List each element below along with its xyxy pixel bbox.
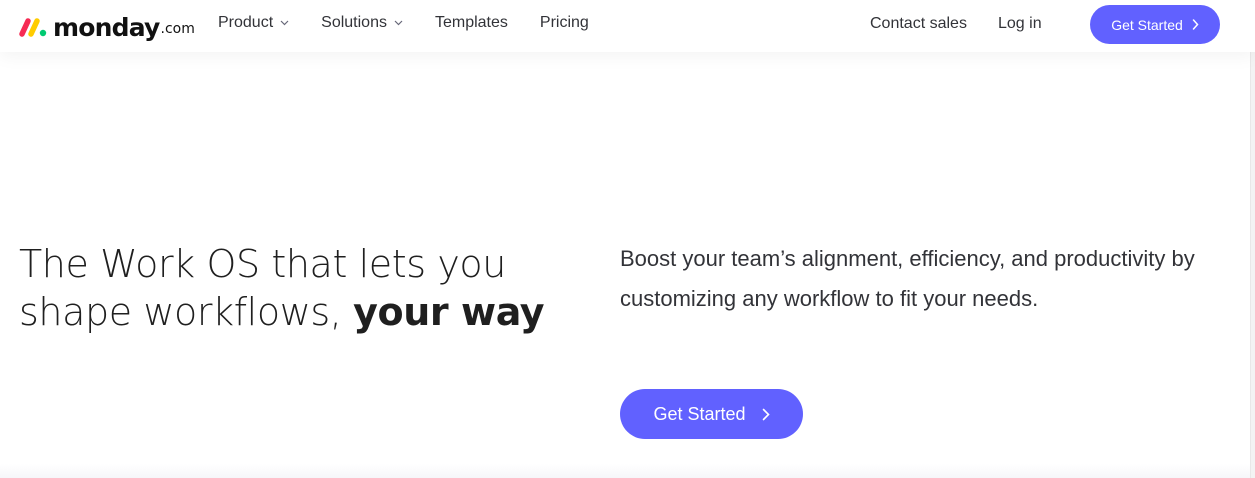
nav-item-label: Pricing: [539, 14, 589, 31]
chevron-down-icon: [394, 20, 403, 26]
monday-logo[interactable]: monday .com: [18, 7, 195, 43]
nav-item-label: Product: [218, 14, 274, 31]
section-divider: [0, 464, 1250, 478]
top-navigation-bar: monday .com Product Solutions Templates …: [0, 0, 1255, 52]
headline-line-2-text: shape workflows,: [19, 290, 354, 334]
contact-sales-link[interactable]: Contact sales: [870, 15, 967, 33]
chevron-down-icon: [280, 20, 289, 26]
main-nav: Product Solutions Templates Pricing: [218, 14, 621, 32]
nav-item-product[interactable]: Product: [218, 14, 289, 32]
scrollbar[interactable]: [1250, 0, 1255, 478]
logo-suffix: .com: [160, 21, 195, 37]
chevron-right-icon: [1192, 19, 1199, 30]
chevron-right-icon: [762, 408, 770, 420]
headline-line-2: shape workflows, your way: [19, 288, 559, 336]
logo-wordmark: monday: [53, 13, 160, 42]
hero-headline: The Work OS that lets you shape workflow…: [19, 240, 559, 336]
nav-item-templates[interactable]: Templates: [435, 14, 508, 32]
nav-item-solutions[interactable]: Solutions: [321, 14, 403, 32]
headline-emphasis: your way: [353, 290, 545, 334]
button-label: Get Started: [1111, 16, 1183, 33]
nav-item-label: Solutions: [321, 14, 387, 31]
monday-logo-mark-icon: [19, 18, 47, 37]
page: monday .com Product Solutions Templates …: [0, 0, 1255, 478]
nav-item-label: Templates: [434, 14, 508, 31]
nav-item-pricing[interactable]: Pricing: [540, 14, 589, 32]
headline-line-1: The Work OS that lets you: [19, 242, 506, 286]
hero-get-started-button[interactable]: Get Started: [620, 389, 803, 439]
hero-subtext: Boost your team’s alignment, efficiency,…: [620, 246, 1195, 311]
login-link[interactable]: Log in: [998, 15, 1042, 33]
header-get-started-button[interactable]: Get Started: [1090, 5, 1220, 44]
button-label: Get Started: [653, 403, 746, 424]
